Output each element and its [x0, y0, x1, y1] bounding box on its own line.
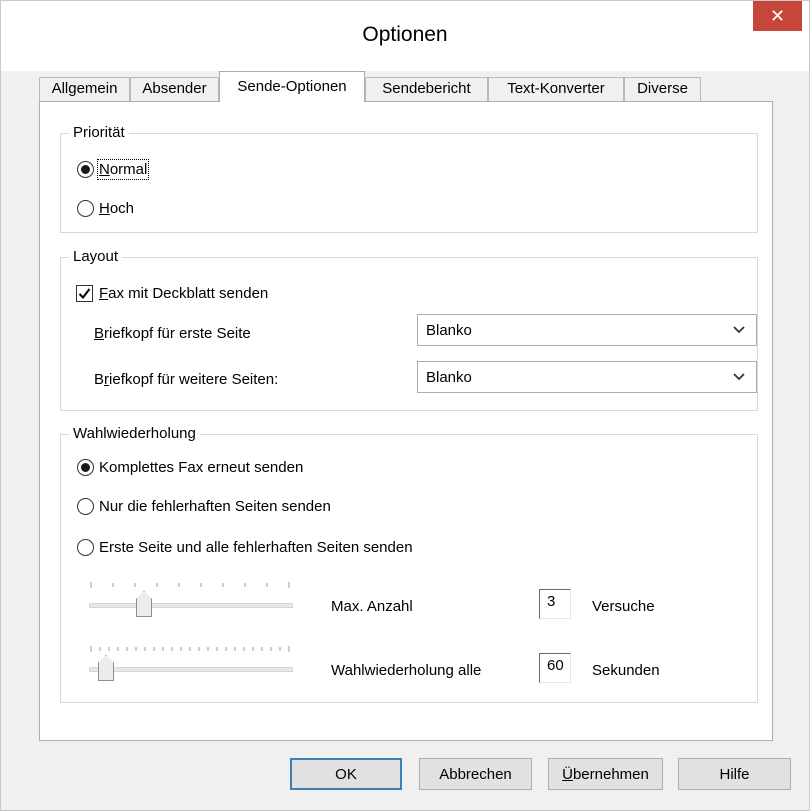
radio-normal-label: Normal	[96, 159, 150, 180]
radio-indicator	[77, 459, 94, 476]
close-icon: ✕	[769, 5, 786, 26]
radio-indicator	[77, 161, 94, 178]
checkbox-fax-deckblatt[interactable]: Fax mit Deckblatt senden	[76, 285, 268, 302]
options-dialog: Optionen ✕ Allgemein Absender Sende-Opti…	[0, 0, 810, 811]
window-title: Optionen	[362, 23, 448, 46]
chevron-down-icon	[733, 326, 745, 334]
radio-nur-fehlerhafte[interactable]: Nur die fehlerhaften Seiten senden	[77, 498, 331, 515]
slider-thumb[interactable]	[136, 591, 152, 617]
select-value: Blanko	[426, 321, 472, 339]
radio-komplettes-fax[interactable]: Komplettes Fax erneut senden	[77, 459, 303, 476]
checkmark-icon	[78, 288, 91, 300]
slider-max-anzahl[interactable]	[89, 582, 294, 622]
tab-absender[interactable]: Absender	[130, 77, 219, 101]
radio-indicator	[77, 200, 94, 217]
tab-text-konverter[interactable]: Text-Konverter	[488, 77, 624, 101]
slider-ticks	[90, 582, 290, 588]
checkbox-indicator	[76, 285, 93, 302]
radio-indicator	[77, 539, 94, 556]
tab-sendebericht[interactable]: Sendebericht	[365, 77, 488, 101]
group-wahlwiederholung: Wahlwiederholung Komplettes Fax erneut s…	[60, 425, 758, 703]
label-briefkopf-erste-seite: Briefkopf für erste Seite	[94, 325, 251, 342]
tab-allgemein[interactable]: Allgemein	[39, 77, 130, 101]
apply-button[interactable]: Übernehmen	[548, 758, 663, 790]
group-prioritaet: Priorität Normal Hoch	[60, 124, 758, 233]
chevron-down-icon	[733, 373, 745, 381]
checkbox-fax-deckblatt-label: Fax mit Deckblatt senden	[99, 285, 269, 302]
label-max-anzahl: Max. Anzahl	[331, 598, 413, 615]
group-legend-wahlwiederholung: Wahlwiederholung	[69, 425, 200, 442]
label-wahlwiederholung-alle: Wahlwiederholung alle	[331, 662, 482, 679]
group-layout: Layout Fax mit Deckblatt senden Briefkop…	[60, 248, 758, 411]
radio-normal[interactable]: Normal	[77, 159, 150, 180]
tab-diverse[interactable]: Diverse	[624, 77, 701, 101]
title-bar: Optionen ✕	[1, 1, 809, 71]
tab-panel-sende-optionen: Priorität Normal Hoch Layout Fax mit Dec…	[39, 101, 773, 741]
label-sekunden: Sekunden	[592, 662, 660, 679]
group-legend-layout: Layout	[69, 248, 123, 265]
ok-button[interactable]: OK	[290, 758, 402, 790]
select-briefkopf-weitere-seiten[interactable]: Blanko	[417, 361, 757, 393]
close-button[interactable]: ✕	[753, 1, 802, 31]
radio-komplettes-fax-label: Komplettes Fax erneut senden	[99, 459, 304, 476]
cancel-button[interactable]: Abbrechen	[419, 758, 532, 790]
slider-wahlwiederholung-intervall[interactable]	[89, 646, 294, 686]
radio-erste-und-fehlerhafte-label: Erste Seite und alle fehlerhaften Seiten…	[99, 539, 413, 556]
radio-nur-fehlerhafte-label: Nur die fehlerhaften Seiten senden	[99, 498, 331, 515]
input-wahlwiederholung-intervall[interactable]: 60	[539, 653, 571, 683]
slider-track	[89, 667, 293, 672]
input-max-anzahl[interactable]: 3	[539, 589, 571, 619]
slider-thumb[interactable]	[98, 655, 114, 681]
radio-hoch[interactable]: Hoch	[77, 200, 134, 217]
slider-ticks	[90, 646, 290, 652]
help-button[interactable]: Hilfe	[678, 758, 791, 790]
radio-hoch-label: Hoch	[99, 200, 135, 217]
slider-track	[89, 603, 293, 608]
select-value: Blanko	[426, 368, 472, 386]
radio-erste-und-fehlerhafte[interactable]: Erste Seite und alle fehlerhaften Seiten…	[77, 539, 413, 556]
tab-sende-optionen[interactable]: Sende-Optionen	[219, 71, 365, 102]
select-briefkopf-erste-seite[interactable]: Blanko	[417, 314, 757, 346]
label-versuche: Versuche	[592, 598, 655, 615]
label-briefkopf-weitere-seiten: Briefkopf für weitere Seiten:	[94, 371, 279, 388]
group-legend-prioritaet: Priorität	[69, 124, 129, 141]
radio-indicator	[77, 498, 94, 515]
